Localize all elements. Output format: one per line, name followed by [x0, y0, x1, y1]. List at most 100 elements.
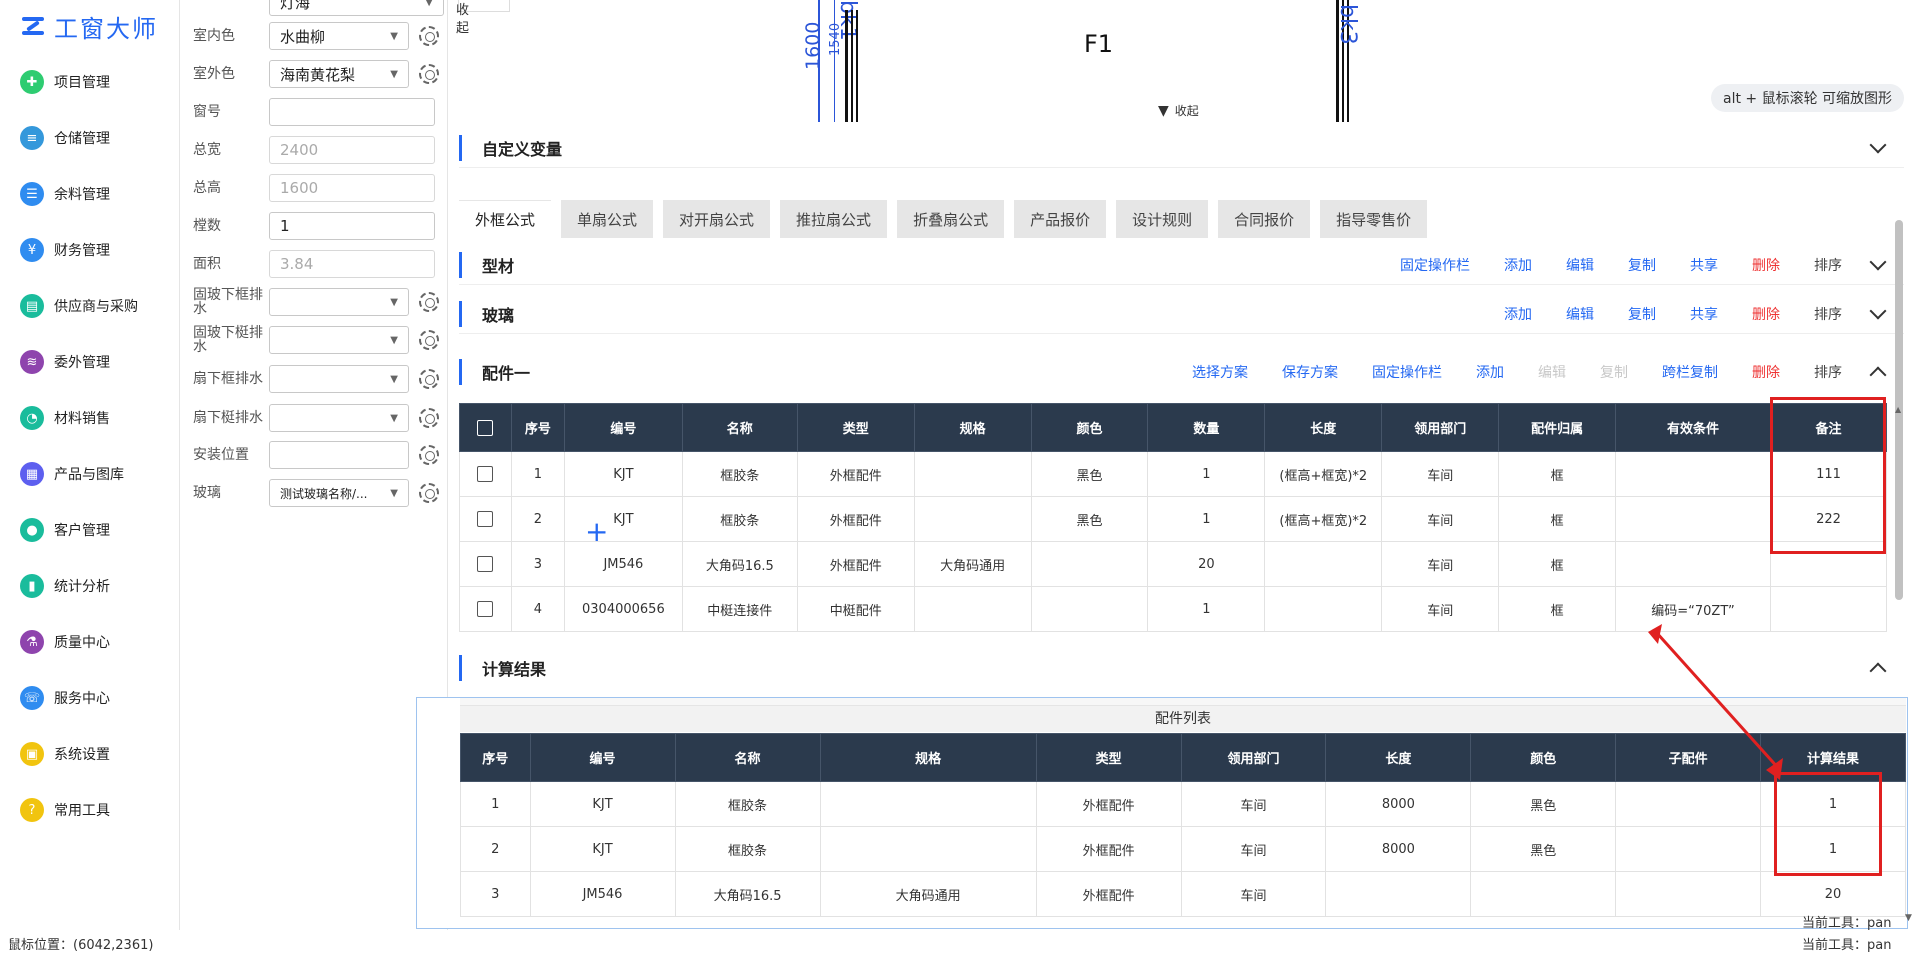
- tab-0[interactable]: 外框公式: [459, 200, 552, 238]
- tab-3[interactable]: 推拉扇公式: [780, 200, 888, 238]
- scroll-up-icon[interactable]: ▲: [1895, 405, 1903, 415]
- checkbox[interactable]: [477, 419, 494, 436]
- action-3[interactable]: 共享: [1690, 304, 1718, 324]
- table-row[interactable]: 3 JM546 大角码16.5 大角码通用 外框配件 车间 20: [460, 871, 1906, 917]
- action-1[interactable]: 添加: [1504, 255, 1532, 275]
- drawing-canvas[interactable]: 收起 1600 1540 bk1 F1 bk3 ▼ 收起 alt + 鼠标滚轮 …: [448, 0, 1920, 125]
- column-header[interactable]: 编号: [529, 733, 676, 782]
- tab-2[interactable]: 对开扇公式: [663, 200, 771, 238]
- action-2[interactable]: 复制: [1628, 304, 1656, 324]
- column-header[interactable]: 长度: [1264, 403, 1383, 452]
- tab-1[interactable]: 单扇公式: [561, 200, 654, 238]
- action-2[interactable]: 固定操作栏: [1372, 362, 1442, 382]
- nav-item-10[interactable]: ⚗ 质量中心: [20, 630, 110, 654]
- nav-item-11[interactable]: ☏ 服务中心: [20, 686, 110, 710]
- action-6[interactable]: 跨栏复制: [1662, 362, 1718, 382]
- nav-item-5[interactable]: ≋ 委外管理: [20, 350, 110, 374]
- chevron-up-icon[interactable]: [1869, 366, 1887, 384]
- chevron-up-icon[interactable]: [1869, 662, 1887, 680]
- action-6[interactable]: 排序: [1814, 255, 1842, 275]
- action-5[interactable]: 删除: [1752, 255, 1780, 275]
- tab-4[interactable]: 折叠扇公式: [897, 200, 1005, 238]
- app-logo[interactable]: 工窗大师: [20, 10, 158, 43]
- row-checkbox-cell[interactable]: [459, 541, 512, 587]
- field-select[interactable]: ▼: [269, 404, 409, 432]
- gear-icon[interactable]: [419, 483, 439, 503]
- column-header[interactable]: 规格: [913, 403, 1032, 452]
- field-select[interactable]: ▼: [269, 326, 409, 354]
- column-header[interactable]: 名称: [681, 403, 798, 452]
- field-select[interactable]: 水曲柳 ▼: [269, 22, 409, 50]
- chevron-down-icon[interactable]: [1869, 253, 1887, 270]
- column-header[interactable]: 有效条件: [1615, 403, 1771, 452]
- action-7[interactable]: 删除: [1752, 362, 1780, 382]
- action-5[interactable]: 排序: [1814, 304, 1842, 324]
- scroll-down-icon[interactable]: ▼: [1905, 913, 1912, 923]
- nav-item-8[interactable]: ● 客户管理: [20, 518, 110, 542]
- field-input[interactable]: 2400: [269, 136, 435, 164]
- field-select[interactable]: ▼: [269, 288, 409, 316]
- row-checkbox-cell[interactable]: [459, 496, 512, 542]
- gear-icon[interactable]: [419, 292, 439, 312]
- action-4[interactable]: 删除: [1752, 304, 1780, 324]
- nav-item-3[interactable]: ¥ 财务管理: [20, 238, 110, 262]
- gear-icon[interactable]: [419, 26, 439, 46]
- column-header[interactable]: 颜色: [1030, 403, 1149, 452]
- field-select[interactable]: 海南黄花梨 ▼: [269, 60, 409, 88]
- tab-5[interactable]: 产品报价: [1014, 200, 1107, 238]
- top-partial-select[interactable]: 灯海 ▼: [269, 0, 444, 16]
- field-input[interactable]: 1: [269, 212, 435, 240]
- action-3[interactable]: 添加: [1476, 362, 1504, 382]
- column-header[interactable]: 规格: [819, 733, 1037, 782]
- gear-icon[interactable]: [419, 408, 439, 428]
- field-select[interactable]: ▼: [269, 365, 409, 393]
- nav-item-1[interactable]: ≡ 仓储管理: [20, 126, 110, 150]
- column-header[interactable]: 长度: [1325, 733, 1472, 782]
- column-header[interactable]: 颜色: [1470, 733, 1617, 782]
- column-header[interactable]: 数量: [1147, 403, 1266, 452]
- table-row[interactable]: 2 KJT 框胶条 外框配件 黑色 1 (框高+框宽)*2 车间框 222: [459, 496, 1888, 542]
- tab-8[interactable]: 指导零售价: [1320, 200, 1428, 238]
- table-row[interactable]: 1 KJT 框胶条 外框配件 黑色 1 (框高+框宽)*2 车间框 111: [459, 451, 1888, 497]
- nav-item-0[interactable]: ✚ 项目管理: [20, 70, 110, 94]
- nav-item-12[interactable]: ▣ 系统设置: [20, 742, 110, 766]
- checkbox[interactable]: [477, 601, 494, 617]
- chevron-down-icon[interactable]: [1869, 302, 1887, 319]
- row-checkbox-cell[interactable]: [459, 586, 512, 632]
- column-header[interactable]: 编号: [563, 403, 683, 452]
- section-custom-variables[interactable]: 自定义变量: [459, 128, 1904, 168]
- gear-icon[interactable]: [419, 445, 439, 465]
- table-row[interactable]: 3 JM546 大角码16.5 外框配件 大角码通用 20 车间框: [459, 541, 1888, 587]
- action-8[interactable]: 排序: [1814, 362, 1842, 382]
- column-header[interactable]: 序号: [460, 733, 531, 782]
- column-header[interactable]: 领用部门: [1180, 733, 1327, 782]
- action-1[interactable]: 编辑: [1566, 304, 1594, 324]
- collapse-toggle[interactable]: ▼ 收起: [1158, 102, 1199, 119]
- action-2[interactable]: 编辑: [1566, 255, 1594, 275]
- field-select[interactable]: 测试玻璃名称/... ▼: [269, 479, 409, 507]
- column-header[interactable]: 名称: [674, 733, 821, 782]
- column-header[interactable]: 配件归属: [1498, 403, 1617, 452]
- tab-7[interactable]: 合同报价: [1218, 200, 1311, 238]
- column-header[interactable]: 领用部门: [1381, 403, 1500, 452]
- field-input[interactable]: 3.84: [269, 250, 435, 278]
- action-5[interactable]: 复制: [1600, 362, 1628, 382]
- action-4[interactable]: 共享: [1690, 255, 1718, 275]
- gear-icon[interactable]: [419, 64, 439, 84]
- checkbox[interactable]: [477, 511, 494, 527]
- action-1[interactable]: 保存方案: [1282, 362, 1338, 382]
- chevron-down-icon[interactable]: [1869, 136, 1887, 153]
- nav-item-6[interactable]: ◔ 材料销售: [20, 406, 110, 430]
- nav-item-2[interactable]: ☰ 余料管理: [20, 182, 110, 206]
- nav-item-7[interactable]: ▦ 产品与图库: [20, 462, 124, 486]
- field-input[interactable]: [269, 98, 435, 126]
- action-0[interactable]: 选择方案: [1192, 362, 1248, 382]
- select-all-checkbox[interactable]: [459, 403, 512, 452]
- column-header[interactable]: 类型: [796, 403, 915, 452]
- column-header[interactable]: 类型: [1035, 733, 1182, 782]
- field-input[interactable]: 1600: [269, 174, 435, 202]
- gear-icon[interactable]: [419, 330, 439, 350]
- tab-6[interactable]: 设计规则: [1116, 200, 1209, 238]
- checkbox[interactable]: [477, 466, 494, 482]
- row-checkbox-cell[interactable]: [459, 451, 512, 497]
